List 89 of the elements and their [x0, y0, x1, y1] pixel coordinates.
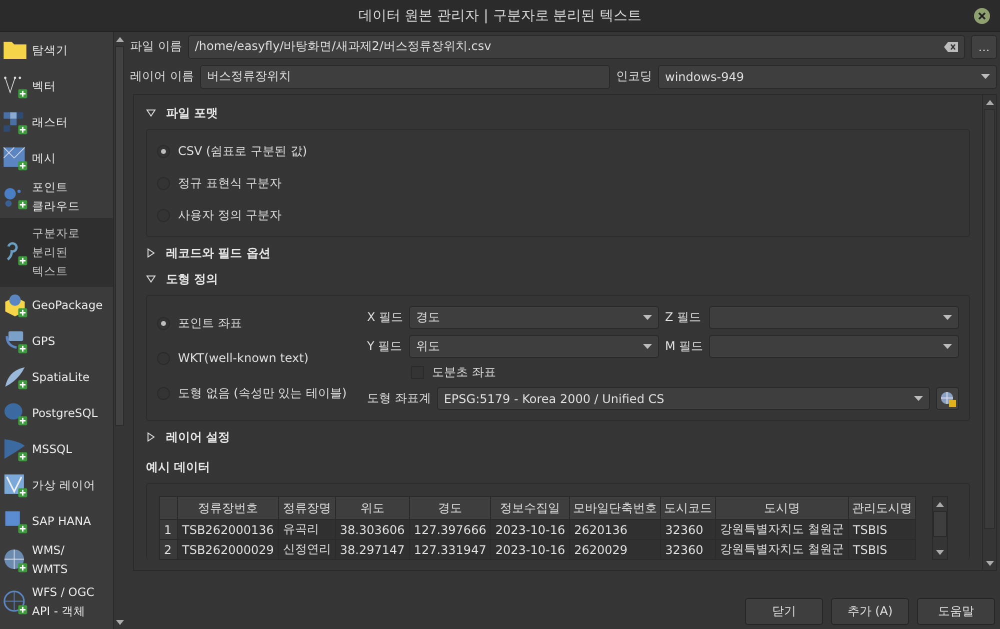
column-header[interactable]: 정류장번호 — [178, 496, 278, 520]
field-label: 레이어 이름 — [130, 68, 194, 85]
radio-option[interactable]: WKT(well-known text) — [157, 347, 357, 369]
scroll-down-icon[interactable] — [936, 550, 944, 554]
row-number: 2 — [160, 540, 178, 560]
expand-arrow-icon — [146, 248, 156, 258]
sidebar-item[interactable]: 구분자로 분리된 텍스트 — [0, 218, 113, 287]
scroll-up-icon[interactable] — [116, 36, 124, 42]
globe-icon — [2, 589, 28, 615]
table-cell: 127.331947 — [409, 540, 491, 560]
dropdown-caret-icon — [943, 344, 952, 349]
dms-checkbox[interactable]: 도분초 좌표 — [409, 364, 959, 381]
browse-button[interactable]: … — [971, 34, 997, 58]
table-cell: 32360 — [660, 540, 716, 560]
table-cell: 2023-10-16 — [490, 540, 570, 560]
dropdown-caret-icon — [642, 344, 652, 349]
expand-arrow-icon — [146, 432, 156, 442]
layer-name-field[interactable]: 버스정류장위치 — [200, 64, 610, 88]
table-cell: 32360 — [660, 520, 716, 540]
table-cell: 127.397666 — [409, 520, 491, 540]
close-icon — [978, 12, 986, 20]
table-cell: 38.303606 — [335, 520, 410, 540]
window-title: 데이터 원본 관리자 | 구분자로 분리된 텍스트 — [358, 6, 642, 24]
scroll-up-icon[interactable] — [936, 502, 944, 506]
crs-select-button[interactable] — [936, 387, 959, 410]
dialog-button[interactable]: 도움말 — [917, 598, 995, 625]
section-header[interactable]: 레이어 설정 — [146, 427, 970, 447]
m-field-dropdown[interactable] — [709, 335, 959, 358]
column-header[interactable]: 위도 — [335, 496, 410, 520]
table-cell: 강원특별자치도 철원군 — [716, 540, 848, 560]
radio-option[interactable]: 사용자 정의 구분자 — [157, 204, 959, 226]
table-cell: 강원특별자치도 철원군 — [716, 520, 848, 540]
dialog-button[interactable]: 닫기 — [745, 598, 823, 625]
field-label: 파일 이름 — [130, 38, 182, 55]
table-cell: TSB262000029 — [178, 540, 278, 560]
collapse-arrow-icon — [146, 108, 156, 118]
column-header[interactable]: 도시명 — [716, 496, 848, 520]
scrollbar[interactable] — [113, 32, 125, 629]
column-header[interactable]: 모바일단축번호 — [570, 496, 661, 520]
mesh-icon — [2, 145, 28, 171]
scroll-up-icon[interactable] — [986, 100, 994, 104]
column-header[interactable]: 정류장명 — [278, 496, 336, 520]
field-label: 도형 좌표계 — [367, 390, 431, 407]
table-cell: TSBIS — [848, 540, 916, 560]
scrollbar[interactable] — [932, 496, 948, 560]
y-field-dropdown[interactable]: 위도 — [409, 335, 659, 358]
file-path-field[interactable]: /home/easyfly/바탕화면/새과제2/버스정류장위치.csv — [188, 34, 965, 58]
column-header[interactable]: 정보수집일 — [490, 496, 570, 520]
dropdown-caret-icon — [981, 74, 990, 79]
table-cell: 유곡리 — [278, 520, 336, 540]
table-cell: 2620029 — [570, 540, 661, 560]
field-label: Z 필드 — [664, 309, 702, 326]
section-title: 예시 데이터 — [146, 458, 212, 476]
close-button[interactable] — [974, 8, 990, 24]
radio-option[interactable]: 도형 없음 (속성만 있는 테이블) — [157, 382, 357, 404]
scroll-down-icon[interactable] — [116, 620, 124, 624]
table-cell: 2620136 — [570, 520, 661, 540]
field-label: 인코딩 — [616, 68, 652, 85]
x-field-dropdown[interactable]: 경도 — [409, 306, 659, 329]
radio-option[interactable]: 포인트 좌표 — [157, 312, 357, 334]
section-header[interactable]: 레코드와 필드 옵션 — [146, 243, 970, 263]
section-header[interactable]: 도형 정의 — [146, 269, 970, 289]
dialog-button[interactable]: 추가 (A) — [831, 598, 909, 625]
clear-icon[interactable] — [944, 42, 958, 52]
dropdown-caret-icon — [642, 315, 652, 320]
dropdown-caret-icon — [914, 396, 923, 401]
table-cell: TSBIS — [848, 520, 916, 540]
z-field-dropdown[interactable] — [709, 306, 959, 329]
encoding-dropdown[interactable]: windows-949 — [658, 64, 997, 88]
dropdown-caret-icon — [943, 315, 952, 320]
field-label: Y 필드 — [367, 338, 404, 355]
row-number: 1 — [160, 520, 178, 540]
radio-option[interactable]: 정규 표현식 구분자 — [157, 172, 959, 194]
table-cell: 신정연리 — [278, 540, 336, 560]
field-label: X 필드 — [367, 309, 404, 326]
column-header[interactable]: 경도 — [409, 496, 491, 520]
column-header[interactable]: 관리도시명 — [848, 496, 916, 520]
table-cell: 38.297147 — [335, 540, 410, 560]
field-label: M 필드 — [664, 338, 704, 355]
scrollbar[interactable] — [982, 95, 996, 570]
section-header[interactable]: 파일 포맷 — [146, 103, 970, 123]
radio-option[interactable]: CSV (쉼표로 구분된 값) — [157, 140, 959, 162]
column-header[interactable]: 도시코드 — [660, 496, 716, 520]
scroll-down-icon[interactable] — [986, 560, 994, 566]
table-cell: TSB262000136 — [178, 520, 278, 540]
collapse-arrow-icon — [146, 274, 156, 284]
globe-icon — [2, 547, 28, 573]
crs-dropdown[interactable]: EPSG:5179 - Korea 2000 / Unified CS — [436, 387, 930, 410]
table-cell: 2023-10-16 — [490, 520, 570, 540]
